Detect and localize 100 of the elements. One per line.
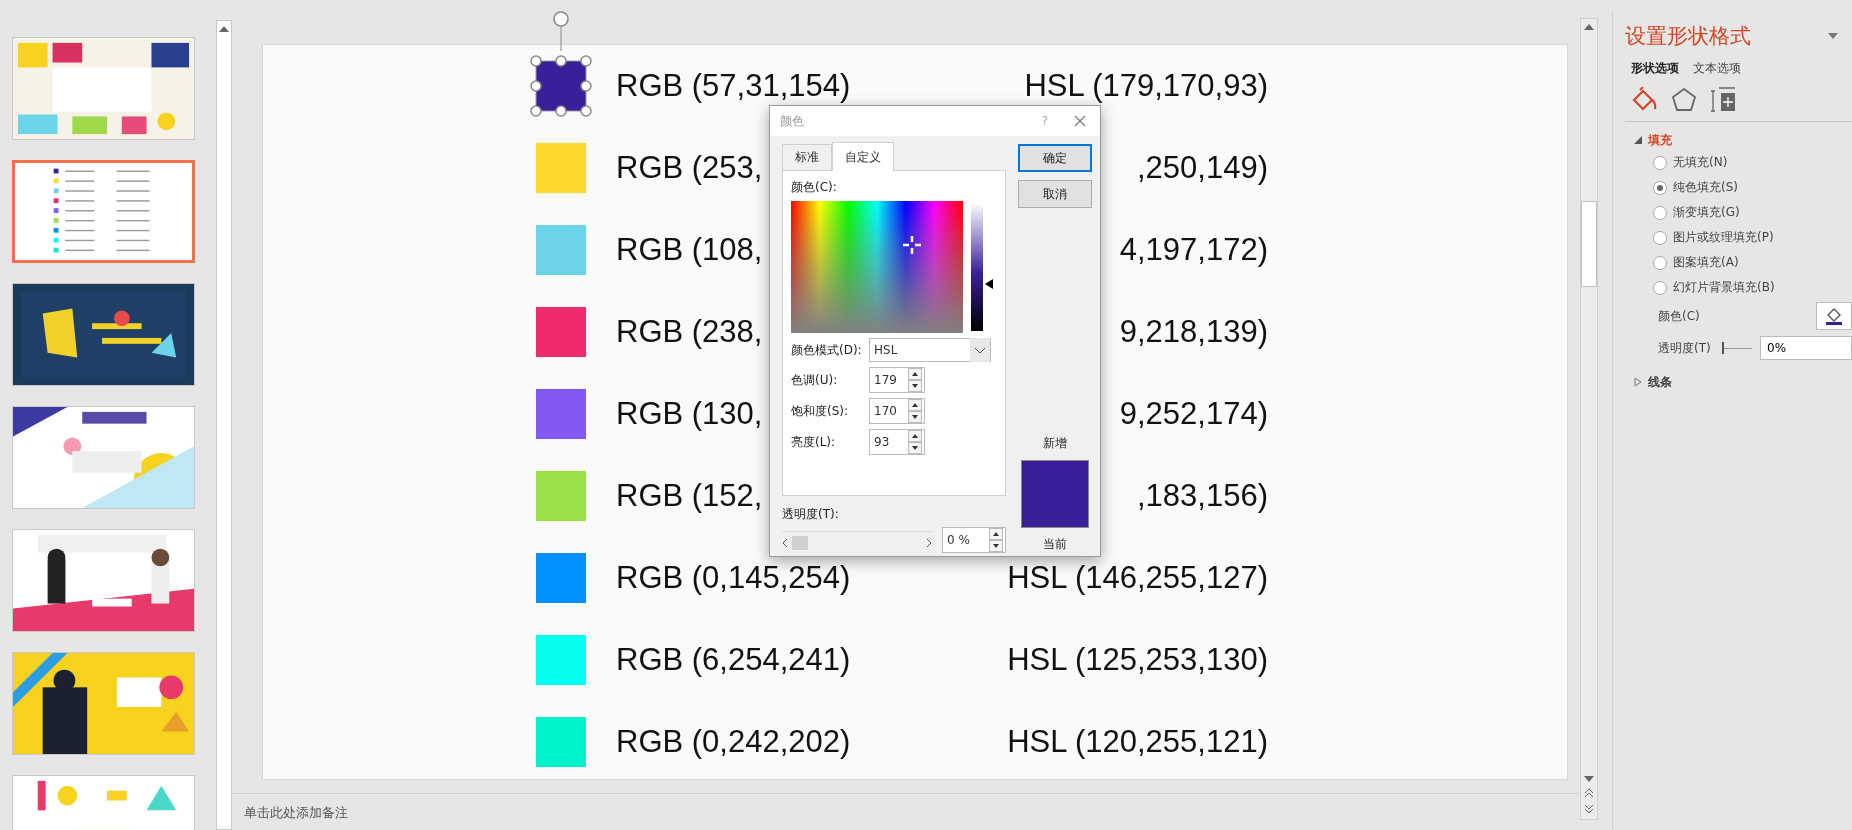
close-icon[interactable] [1074, 115, 1086, 127]
scroll-down-icon[interactable] [1584, 776, 1594, 782]
transparency-field[interactable]: 0 % [942, 527, 1006, 553]
slider-arrow-icon[interactable] [985, 279, 993, 290]
triangle-icon[interactable] [1634, 136, 1642, 144]
previous-slide-icon[interactable] [1584, 788, 1594, 798]
new-color-label: 新增 [1043, 435, 1067, 452]
fill-option[interactable]: 渐变填充(G) [1625, 200, 1852, 225]
rgb-value: RGB (0,145,254) [616, 559, 851, 597]
scroll-up-icon[interactable] [219, 26, 230, 32]
dialog-tab[interactable]: 标准 [782, 144, 832, 170]
slide-thumbnail[interactable] [12, 283, 195, 386]
pentagon-icon[interactable] [1671, 87, 1697, 113]
hsl-value: 9,252,174) [1119, 395, 1268, 433]
radio-button[interactable] [1653, 180, 1667, 195]
panel-tab[interactable]: 形状选项 [1631, 60, 1679, 77]
paint-bucket-icon[interactable] [1824, 306, 1844, 326]
hsl-value: HSL (179,170,93) [1024, 67, 1268, 105]
scrollbar[interactable] [216, 20, 232, 830]
rgb-value: RGB (130, [616, 395, 763, 433]
color-label: 颜色(C): [791, 179, 838, 196]
number-field[interactable]: 179 [869, 367, 925, 393]
current-color-label: 当前 [1043, 536, 1067, 553]
luminance-bar[interactable] [971, 203, 983, 331]
hsl-value: 4,197,172) [1119, 231, 1268, 269]
crosshair-icon [902, 236, 921, 254]
field-label: 饱和度(S): [791, 402, 850, 420]
transparency-label: 透明度(T): [782, 506, 840, 523]
field-label: 色调(U): [791, 371, 839, 389]
spinner-icon[interactable] [989, 528, 1003, 552]
rgb-value: RGB (108, [616, 231, 763, 269]
scrollbar[interactable] [1580, 18, 1598, 820]
fill-option[interactable]: 无填充(N) [1625, 150, 1852, 175]
section-header[interactable]: 线条 [1625, 372, 1852, 392]
color-swatch[interactable] [536, 717, 586, 767]
transparency-label: 透明度(T) [1658, 339, 1712, 357]
slide-thumbnail[interactable] [12, 652, 195, 755]
spinner-icon[interactable] [908, 368, 922, 392]
transparency-slider[interactable] [782, 530, 932, 550]
rgb-value: RGB (238, [616, 313, 763, 351]
color-swatch[interactable] [536, 225, 586, 275]
scroll-up-icon[interactable] [1584, 24, 1594, 30]
spinner-icon[interactable] [908, 399, 922, 423]
rgb-value: RGB (253, [616, 149, 763, 187]
color-swatch[interactable] [536, 635, 586, 685]
color-swatch[interactable] [536, 307, 586, 357]
radio-button[interactable] [1653, 155, 1667, 170]
fill-option[interactable]: 纯色填充(S) [1625, 175, 1852, 200]
field-label: 亮度(L): [791, 433, 837, 451]
dropdown-icon[interactable] [1828, 33, 1838, 39]
fill-option[interactable]: 图片或纹理填充(P) [1625, 225, 1852, 250]
dialog-title: 颜色 [780, 112, 805, 130]
radio-button[interactable] [1653, 255, 1667, 270]
hsl-value: HSL (125,253,130) [1007, 641, 1268, 679]
hsl-value: ,250,149) [1137, 149, 1268, 187]
color-swatch[interactable] [536, 471, 586, 521]
scroll-right-icon[interactable] [926, 537, 932, 548]
hsl-value: 9,218,139) [1119, 313, 1268, 351]
dialog-button[interactable]: 确定 [1018, 144, 1092, 172]
rgb-value: RGB (6,254,241) [616, 641, 851, 679]
color-swatch[interactable] [536, 389, 586, 439]
slider-thumb[interactable] [792, 535, 808, 550]
fill-option[interactable]: 图案填充(A) [1625, 250, 1852, 275]
color-swatch[interactable] [536, 553, 586, 603]
transparency-field[interactable]: 0% [1760, 336, 1852, 360]
panel-title: 设置形状格式 [1625, 23, 1751, 50]
color-preview [1021, 460, 1089, 528]
slide-thumbnail[interactable] [12, 160, 195, 263]
dialog-tab[interactable]: 自定义 [832, 142, 894, 171]
color-picker-button[interactable] [1816, 302, 1852, 330]
section-header[interactable]: 填充 [1625, 130, 1852, 150]
slide-thumbnail[interactable] [12, 37, 195, 140]
scroll-thumb[interactable] [1581, 201, 1597, 287]
slide-thumbnail[interactable] [12, 406, 195, 509]
mode-label: 颜色模式(D): [791, 341, 863, 359]
color-label: 颜色(C) [1658, 307, 1701, 325]
number-field[interactable]: 170 [869, 398, 925, 424]
radio-button[interactable] [1653, 280, 1667, 295]
size-icon[interactable] [1711, 87, 1737, 113]
number-field[interactable]: 93 [869, 429, 925, 455]
color-swatch[interactable] [536, 143, 586, 193]
spinner-icon[interactable] [908, 430, 922, 454]
rgb-value: RGB (0,242,202) [616, 723, 851, 761]
hsl-value: HSL (120,255,121) [1007, 723, 1268, 761]
fill-option[interactable]: 幻灯片背景填充(B) [1625, 275, 1852, 300]
scroll-left-icon[interactable] [782, 537, 788, 548]
color-spectrum[interactable] [791, 201, 963, 333]
radio-button[interactable] [1653, 205, 1667, 220]
notes-field[interactable]: 单击此处添加备注 [232, 803, 546, 821]
panel-tab[interactable]: 文本选项 [1693, 60, 1741, 77]
radio-button[interactable] [1653, 230, 1667, 245]
slide-thumbnail[interactable] [12, 529, 195, 632]
next-slide-icon[interactable] [1584, 804, 1594, 814]
mode-dropdown[interactable]: HSL [869, 338, 991, 362]
hsl-value: HSL (146,255,127) [1007, 559, 1268, 597]
triangle-icon[interactable] [1634, 378, 1642, 386]
hsl-value: ,183,156) [1137, 477, 1268, 515]
rgb-value: RGB (152, [616, 477, 763, 515]
rgb-value: RGB (57,31,154) [616, 67, 851, 105]
dialog-button[interactable]: 取消 [1018, 180, 1092, 208]
